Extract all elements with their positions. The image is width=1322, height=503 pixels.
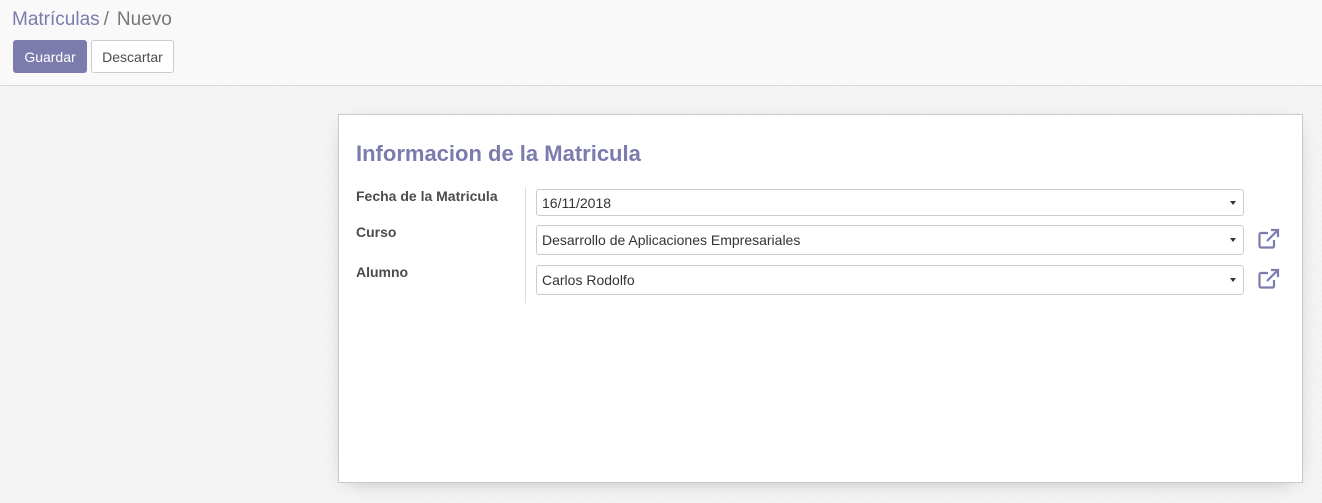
discard-button[interactable]: Descartar (91, 40, 174, 73)
breadcrumb-separator: / (103, 9, 109, 30)
save-button[interactable]: Guardar (13, 40, 87, 73)
fecha-label: Fecha de la Matricula (356, 188, 498, 204)
alumno-select-field[interactable]: Carlos Rodolfo (536, 265, 1244, 295)
breadcrumb-current: Nuevo (116, 9, 172, 30)
form-sheet: Informacion de la Matricula Fecha de la … (338, 114, 1303, 483)
fecha-dropdown-caret-icon[interactable] (1230, 201, 1236, 205)
alumno-external-link-icon[interactable] (1257, 268, 1281, 290)
form-title: Informacion de la Matricula (356, 141, 641, 166)
curso-select-field[interactable]: Desarrollo de Aplicaciones Empresariales (536, 225, 1244, 255)
alumno-value: Carlos Rodolfo (542, 272, 635, 288)
curso-value: Desarrollo de Aplicaciones Empresariales (542, 232, 801, 248)
fecha-value: 16/11/2018 (542, 195, 612, 211)
alumno-dropdown-caret-icon[interactable] (1230, 278, 1236, 282)
label-divider (525, 187, 526, 303)
breadcrumb: Matrículas / Nuevo (12, 9, 172, 31)
fecha-date-field[interactable]: 16/11/2018 (536, 189, 1244, 216)
curso-external-link-icon[interactable] (1257, 228, 1281, 250)
alumno-label: Alumno (356, 264, 409, 280)
breadcrumb-matriculas-link[interactable]: Matrículas (12, 9, 100, 30)
curso-dropdown-caret-icon[interactable] (1230, 238, 1236, 242)
control-panel: Matrículas / Nuevo Guardar Descartar (0, 0, 1322, 86)
curso-label: Curso (356, 224, 397, 240)
